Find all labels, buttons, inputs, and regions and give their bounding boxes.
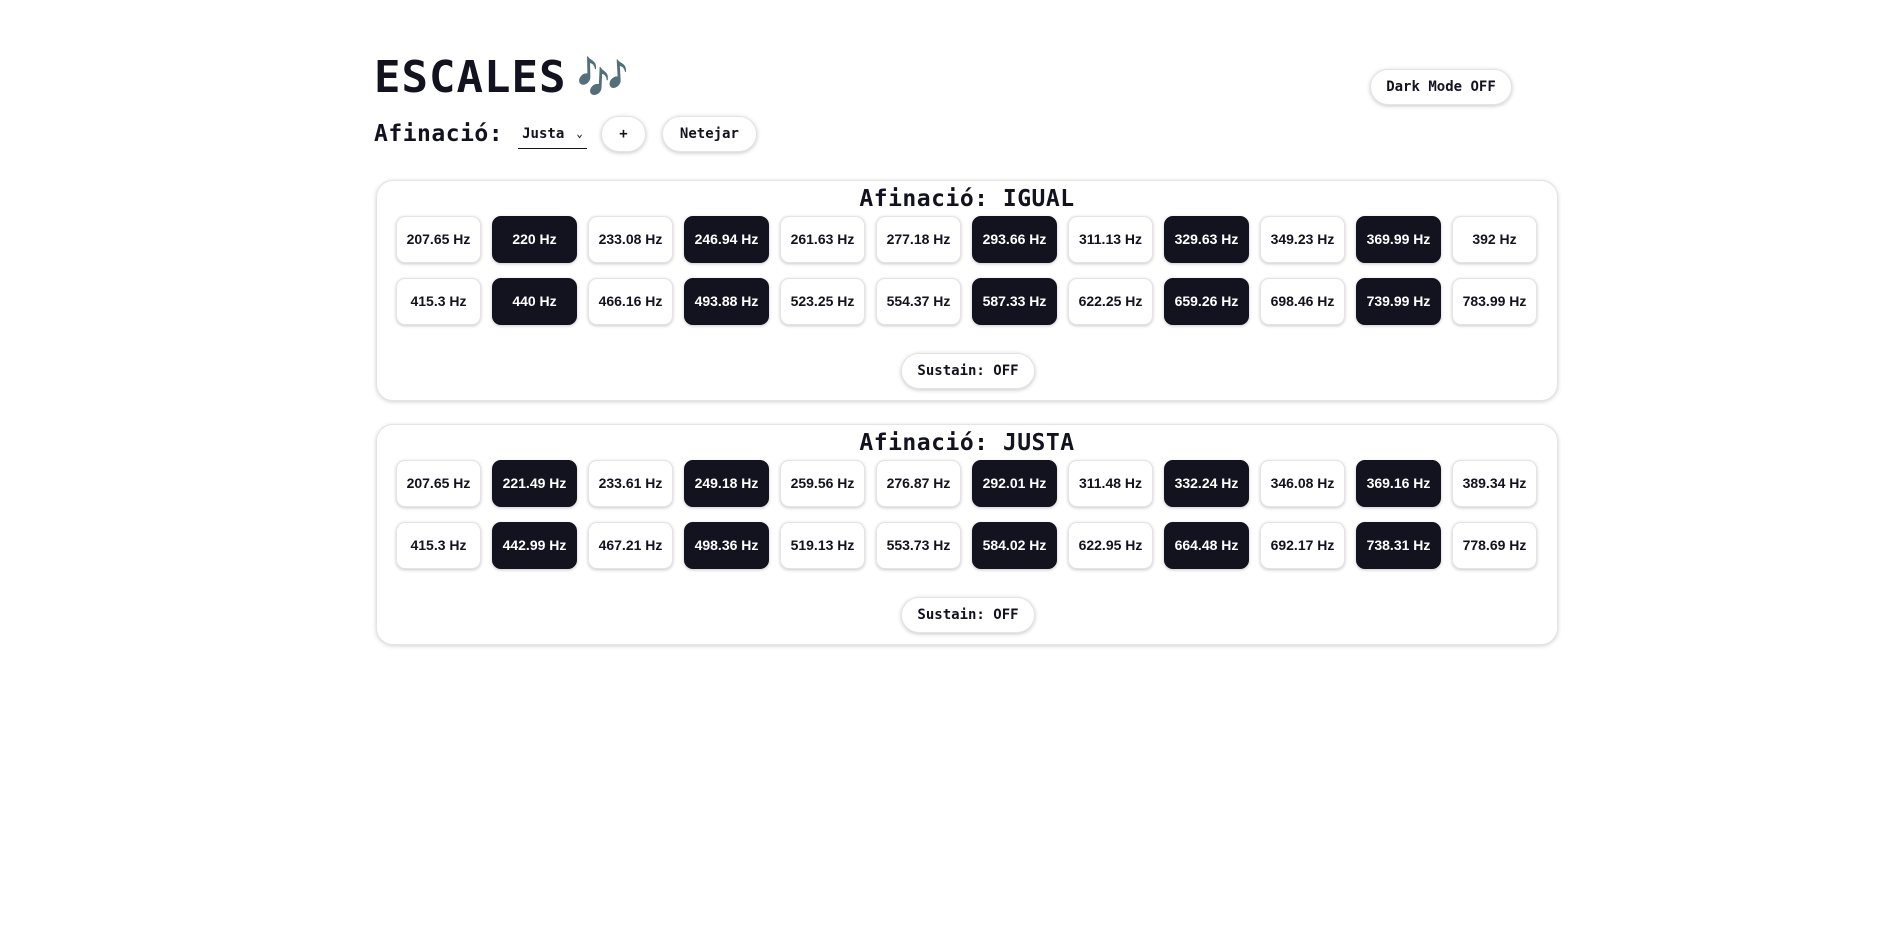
chevron-down-icon: ⌄ bbox=[576, 127, 583, 140]
app-container: ESCALES 🎶 Afinació: Justa ⌄ + Netejar Dar… bbox=[374, 0, 1562, 645]
sustain-toggle[interactable]: Sustain: OFF bbox=[901, 353, 1035, 389]
note-key-button[interactable]: 739.99 Hz bbox=[1356, 278, 1441, 325]
note-key-button[interactable]: 369.16 Hz bbox=[1356, 460, 1441, 507]
note-key-button[interactable]: 346.08 Hz bbox=[1260, 460, 1345, 507]
note-key-button[interactable]: 246.94 Hz bbox=[684, 216, 769, 263]
note-key-button[interactable]: 369.99 Hz bbox=[1356, 216, 1441, 263]
note-key-button[interactable]: 554.37 Hz bbox=[876, 278, 961, 325]
note-key-button[interactable]: 220 Hz bbox=[492, 216, 577, 263]
note-key-button[interactable]: 778.69 Hz bbox=[1452, 522, 1537, 569]
note-key-button[interactable]: 622.95 Hz bbox=[1068, 522, 1153, 569]
add-button[interactable]: + bbox=[600, 116, 646, 152]
note-key-button[interactable]: 233.08 Hz bbox=[588, 216, 673, 263]
note-key-button[interactable]: 698.46 Hz bbox=[1260, 278, 1345, 325]
note-key-button[interactable]: 293.66 Hz bbox=[972, 216, 1057, 263]
tuning-panel-justa: Afinació: JUSTA 207.65 Hz 221.49 Hz 233.61… bbox=[376, 424, 1558, 645]
page-title: ESCALES 🎶 bbox=[374, 56, 630, 100]
note-key-button[interactable]: 467.21 Hz bbox=[588, 522, 673, 569]
tuning-select-value: Justa bbox=[522, 125, 565, 142]
note-key-button[interactable]: 349.23 Hz bbox=[1260, 216, 1345, 263]
page-title-text: ESCALES bbox=[374, 52, 567, 103]
note-key-button[interactable]: 389.34 Hz bbox=[1452, 460, 1537, 507]
note-key-button[interactable]: 466.16 Hz bbox=[588, 278, 673, 325]
clear-button[interactable]: Netejar bbox=[661, 116, 757, 152]
note-key-button[interactable]: 553.73 Hz bbox=[876, 522, 961, 569]
note-key-button[interactable]: 233.61 Hz bbox=[588, 460, 673, 507]
note-key-button[interactable]: 259.56 Hz bbox=[780, 460, 865, 507]
note-key-button[interactable]: 207.65 Hz bbox=[396, 216, 481, 263]
note-key-button[interactable]: 276.87 Hz bbox=[876, 460, 961, 507]
note-key-button[interactable]: 498.36 Hz bbox=[684, 522, 769, 569]
note-key-button[interactable]: 311.13 Hz bbox=[1068, 216, 1153, 263]
note-key-button[interactable]: 519.13 Hz bbox=[780, 522, 865, 569]
note-key-button[interactable]: 261.63 Hz bbox=[780, 216, 865, 263]
tuning-label: Afinació: bbox=[374, 121, 504, 147]
keyboard-grid: 207.65 Hz 221.49 Hz 233.61 Hz 249.18 Hz 259.… bbox=[396, 460, 1537, 569]
tuning-panel-igual: Afinació: IGUAL 207.65 Hz 220 Hz 233.08 Hz… bbox=[376, 180, 1558, 401]
note-key-button[interactable]: 207.65 Hz bbox=[396, 460, 481, 507]
note-key-button[interactable]: 493.88 Hz bbox=[684, 278, 769, 325]
note-key-button[interactable]: 392 Hz bbox=[1452, 216, 1537, 263]
note-key-button[interactable]: 738.31 Hz bbox=[1356, 522, 1441, 569]
note-key-button[interactable]: 664.48 Hz bbox=[1164, 522, 1249, 569]
note-key-button[interactable]: 221.49 Hz bbox=[492, 460, 577, 507]
note-key-button[interactable]: 783.99 Hz bbox=[1452, 278, 1537, 325]
note-key-button[interactable]: 249.18 Hz bbox=[684, 460, 769, 507]
note-key-button[interactable]: 329.63 Hz bbox=[1164, 216, 1249, 263]
note-key-button[interactable]: 622.25 Hz bbox=[1068, 278, 1153, 325]
tuning-select[interactable]: Justa ⌄ bbox=[518, 120, 587, 149]
note-key-button[interactable]: 292.01 Hz bbox=[972, 460, 1057, 507]
tuning-controls: Afinació: Justa ⌄ + Netejar bbox=[374, 115, 757, 153]
note-key-button[interactable]: 415.3 Hz bbox=[396, 522, 481, 569]
panel-title: Afinació: IGUAL bbox=[859, 186, 1075, 212]
note-key-button[interactable]: 311.48 Hz bbox=[1068, 460, 1153, 507]
note-key-button[interactable]: 415.3 Hz bbox=[396, 278, 481, 325]
music-notes-icon: 🎶 bbox=[576, 53, 630, 102]
note-key-button[interactable]: 523.25 Hz bbox=[780, 278, 865, 325]
app-header: ESCALES 🎶 Afinació: Justa ⌄ + Netejar Dar… bbox=[374, 0, 1562, 160]
note-key-button[interactable]: 587.33 Hz bbox=[972, 278, 1057, 325]
note-key-button[interactable]: 440 Hz bbox=[492, 278, 577, 325]
note-key-button[interactable]: 692.17 Hz bbox=[1260, 522, 1345, 569]
dark-mode-toggle[interactable]: Dark Mode OFF bbox=[1370, 69, 1512, 105]
note-key-button[interactable]: 277.18 Hz bbox=[876, 216, 961, 263]
keyboard-grid: 207.65 Hz 220 Hz 233.08 Hz 246.94 Hz 261.63 … bbox=[396, 216, 1537, 325]
note-key-button[interactable]: 332.24 Hz bbox=[1164, 460, 1249, 507]
sustain-toggle[interactable]: Sustain: OFF bbox=[901, 597, 1035, 633]
note-key-button[interactable]: 442.99 Hz bbox=[492, 522, 577, 569]
note-key-button[interactable]: 584.02 Hz bbox=[972, 522, 1057, 569]
note-key-button[interactable]: 659.26 Hz bbox=[1164, 278, 1249, 325]
panel-title: Afinació: JUSTA bbox=[859, 430, 1075, 456]
